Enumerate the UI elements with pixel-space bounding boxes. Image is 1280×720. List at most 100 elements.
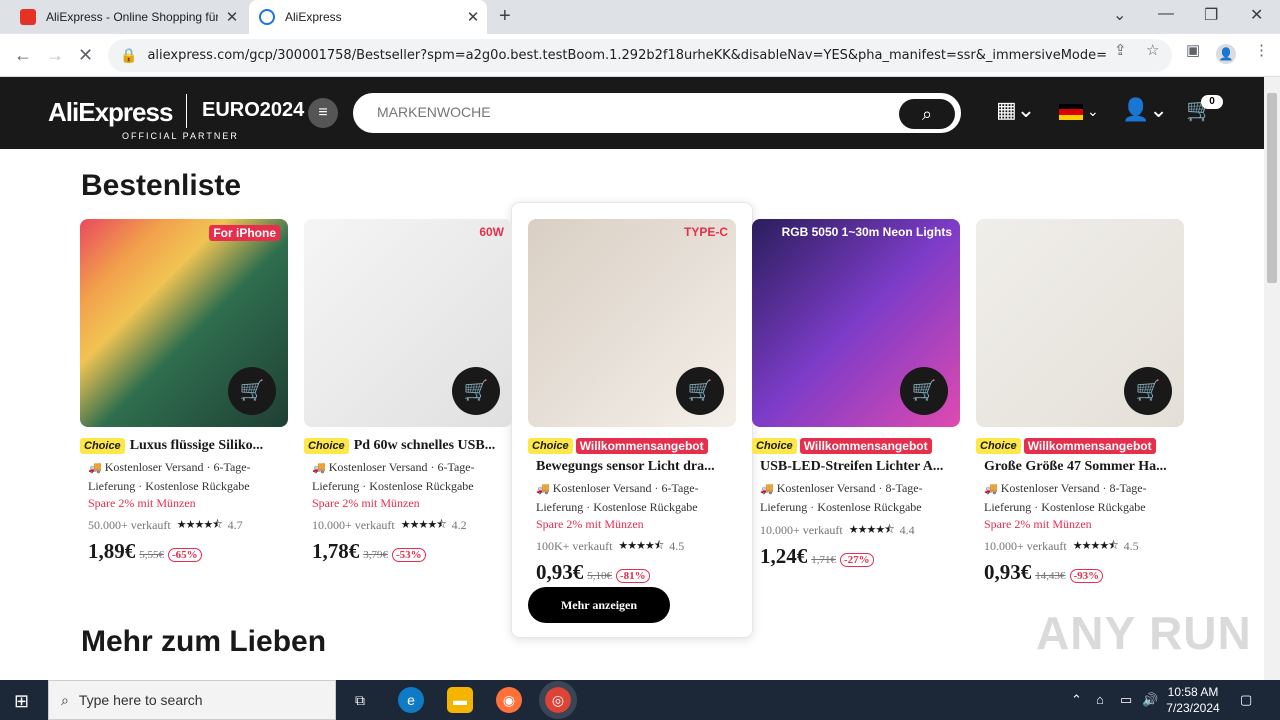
choice-badge: Choice [976,438,1021,454]
euro2024-logo: EURO2024 [202,99,305,121]
tab-title: AliExpress [285,10,342,24]
add-to-cart-button[interactable]: 🛒 [452,367,500,415]
profile-icon[interactable]: 👤 [1216,44,1236,64]
window-close-icon[interactable]: ✕ [1250,5,1263,25]
edge-icon[interactable]: e [398,687,424,713]
task-view-icon[interactable]: ⧉ [347,687,373,713]
minimize-icon[interactable]: — [1158,5,1174,23]
product-title[interactable]: Luxus flüssige Siliko... [130,438,288,454]
qr-code-icon[interactable]: ▦⌄ [996,97,1035,123]
rating-value: 4.4 [899,523,915,537]
share-icon[interactable]: ⇪ [1114,41,1127,59]
product-image[interactable]: 60W 🛒 [304,219,512,427]
close-icon[interactable]: ✕ [218,8,246,26]
scroll-thumb[interactable] [1267,93,1277,283]
taskbar-search-text: Type here to search [78,692,203,708]
product-title[interactable]: Große Größe 47 Sommer Ha... [976,459,1184,475]
discount-badge: -65% [168,548,202,562]
show-more-button[interactable]: Mehr anzeigen [528,587,670,623]
aliexpress-logo[interactable]: AliExpress [48,97,173,128]
chevron-down-icon[interactable]: ⌄ [1087,103,1099,120]
close-icon[interactable]: ✕ [459,8,487,26]
clock-date: 7/23/2024 [1166,701,1220,715]
product-image[interactable]: 🛒 [976,219,1184,427]
add-to-cart-button[interactable]: 🛒 [228,367,276,415]
account-icon[interactable]: 👤⌄ [1122,97,1168,123]
firefox-icon[interactable]: ◉ [496,687,522,713]
address-bar[interactable]: 🔒 aliexpress.com/gcp/300001758/Bestselle… [108,39,1172,72]
product-image[interactable]: For iPhone 🛒 [80,219,288,427]
product-badges: Choice Willkommensangebot [528,438,736,454]
section-title: Bestenliste [81,169,242,202]
product-image[interactable]: RGB 5050 1~30m Neon Lights 🛒 [752,219,960,427]
product-badges: Choice Luxus flüssige Siliko... [80,438,288,454]
monitor-icon[interactable]: ▭ [1120,692,1132,708]
add-to-cart-button[interactable]: 🛒 [676,367,724,415]
windows-start-icon[interactable]: ⊞ [14,691,29,712]
chrome-icon[interactable]: ◎ [539,681,577,719]
shipping-info: 🚚 Kostenloser Versand · 6-Tage-Lieferung… [304,458,512,495]
germany-flag-icon[interactable] [1059,104,1083,120]
product-card[interactable]: RGB 5050 1~30m Neon Lights 🛒 Choice Will… [752,219,960,569]
product-badges: Choice Pd 60w schnelles USB... [304,438,512,454]
forward-icon[interactable]: → [46,45,64,66]
sales-rating: 100K+ verkauft ★★★★⯪ 4.5 [528,537,736,556]
tab-aliexpress-shopping[interactable]: AliExpress - Online Shopping für ✕ [8,0,246,34]
clock-time: 10:58 AM [1167,685,1219,699]
new-tab-button[interactable]: + [499,5,511,28]
system-clock[interactable]: 10:58 AM 7/23/2024 [1158,684,1228,716]
add-to-cart-button[interactable]: 🛒 [1124,367,1172,415]
product-title[interactable]: Pd 60w schnelles USB... [354,438,512,454]
choice-badge: Choice [752,438,797,454]
sales-rating: 10.000+ verkauft ★★★★⯪ 4.4 [752,521,960,540]
original-price: 5,55€ [139,549,164,561]
coin-savings: Spare 2% mit Münzen [312,496,420,510]
shipping-info: 🚚 Kostenloser Versand · 8-Tage-Lieferung… [976,479,1184,516]
shipping-text: Kostenloser Versand · 8-Tage-Lieferung ·… [760,481,923,514]
product-image[interactable]: TYPE-C 🛒 [528,219,736,427]
discount-badge: -27% [840,553,874,567]
tray-chevron-icon[interactable]: ⌃ [1071,692,1082,708]
back-icon[interactable]: ← [14,45,32,66]
sold-count: 50.000+ verkauft [88,518,171,532]
sidepanel-icon[interactable]: ▣ [1186,41,1200,59]
search-input[interactable] [377,104,877,120]
search-button[interactable]: ⌕ [899,99,955,129]
notification-icon[interactable]: ▢ [1240,692,1252,708]
product-card[interactable]: For iPhone 🛒 Choice Luxus flüssige Silik… [80,219,288,564]
product-card[interactable]: 🛒 Choice Willkommensangebot Große Größe … [976,219,1184,585]
site-header: AliExpress EURO2024 OFFICIAL PARTNER ≡ ⌕… [0,77,1264,149]
volume-icon[interactable]: 🔊 [1142,692,1158,708]
stop-icon[interactable]: ✕ [78,45,93,66]
tab-aliexpress[interactable]: AliExpress ✕ [249,0,487,34]
shipping-text: Kostenloser Versand · 6-Tage-Lieferung ·… [88,460,251,493]
taskbar-search[interactable]: ⌕ Type here to search [48,680,336,720]
product-title[interactable]: USB-LED-Streifen Lichter A... [752,459,960,475]
page-scrollbar[interactable] [1264,77,1280,680]
sold-count: 100K+ verkauft [536,539,613,553]
rating-value: 4.5 [1123,539,1139,553]
price-row: 1,78€ 3,79€ -53% [304,539,512,564]
truck-icon: 🚚 [536,483,550,495]
product-card[interactable]: 60W 🛒 Choice Pd 60w schnelles USB... 🚚 K… [304,219,512,564]
add-cart-icon: 🛒 [239,380,265,402]
network-icon[interactable]: ⌂ [1096,692,1104,707]
choice-badge: Choice [528,438,573,454]
product-title[interactable]: Bewegungs sensor Licht dra... [528,459,736,475]
product-badges: Choice Willkommensangebot [976,438,1184,454]
maximize-icon[interactable]: ❐ [1204,5,1218,25]
tab-search-icon[interactable]: ⌄ [1113,5,1126,25]
tab-title: AliExpress - Online Shopping für [46,10,218,24]
category-menu-button[interactable]: ≡ [308,98,338,128]
choice-badge: Choice [80,438,125,454]
rating-value: 4.5 [669,539,685,553]
add-to-cart-button[interactable]: 🛒 [900,367,948,415]
star-rating-icon: ★★★★⯪ [400,519,447,531]
menu-kebab-icon[interactable]: ⋮ [1254,41,1269,59]
file-explorer-icon[interactable]: ▬ [447,687,473,713]
discount-badge: -93% [1069,569,1104,583]
lock-icon: 🔒 [120,47,138,63]
page-content: AliExpress EURO2024 OFFICIAL PARTNER ≡ ⌕… [0,77,1264,680]
bookmark-star-icon[interactable]: ☆ [1146,41,1159,59]
product-card[interactable]: TYPE-C 🛒 Choice Willkommensangebot Beweg… [528,219,736,585]
